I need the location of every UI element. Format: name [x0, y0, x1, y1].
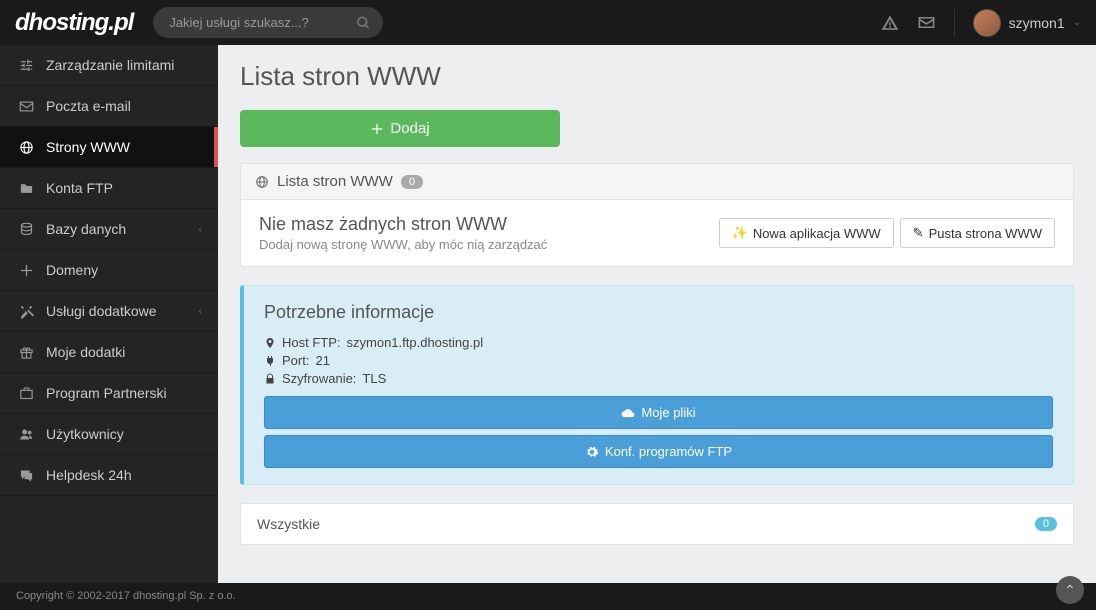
ftp-config-button[interactable]: Konf. programów FTP	[264, 435, 1053, 468]
sidebar-label: Konta FTP	[46, 180, 113, 196]
empty-page-label: Pusta strona WWW	[929, 226, 1042, 241]
main-content: Lista stron WWW Dodaj Lista stron WWW 0 …	[218, 45, 1096, 583]
sidebar-label: Helpdesk 24h	[46, 467, 132, 483]
count-badge: 0	[401, 175, 423, 189]
sidebar-label: Moje dodatki	[46, 344, 125, 360]
panel-heading: Lista stron WWW 0	[241, 164, 1073, 200]
port-value: 21	[315, 353, 329, 368]
sidebar-label: Użytkownicy	[46, 426, 124, 442]
host-label: Host FTP:	[282, 335, 341, 350]
gear-icon	[585, 445, 599, 459]
filter-count-badge: 0	[1035, 517, 1057, 531]
sidebar-item-www[interactable]: Strony WWW	[0, 127, 218, 168]
info-enc-row: Szyfrowanie: TLS	[264, 371, 1053, 386]
info-host-row: Host FTP: szymon1.ftp.dhosting.pl	[264, 335, 1053, 350]
sidebar-label: Domeny	[46, 262, 98, 278]
new-app-label: Nowa aplikacja WWW	[753, 226, 881, 241]
chevron-left-icon: ‹	[199, 224, 202, 235]
host-value: szymon1.ftp.dhosting.pl	[347, 335, 484, 350]
top-header: dhosting.pl szymon1 ⌄	[0, 0, 1096, 45]
info-port-row: Port: 21	[264, 353, 1053, 368]
sidebar-label: Zarządzanie limitami	[46, 57, 174, 73]
gift-icon	[16, 345, 36, 360]
sidebar-label: Usługi dodatkowe	[46, 303, 157, 319]
my-files-button[interactable]: Moje pliki	[264, 396, 1053, 429]
edit-icon: ✎	[913, 225, 924, 241]
filter-panel[interactable]: Wszystkie 0	[240, 503, 1074, 545]
enc-value: TLS	[362, 371, 386, 386]
chevron-left-icon: ‹	[199, 306, 202, 317]
sidebar-item-limits[interactable]: Zarządzanie limitami	[0, 45, 218, 86]
add-button-label: Dodaj	[390, 120, 429, 137]
sidebar-item-databases[interactable]: Bazy danych ‹	[0, 209, 218, 250]
plug-icon	[264, 355, 276, 367]
panel-body: Nie masz żadnych stron WWW Dodaj nową st…	[241, 200, 1073, 266]
sidebar-item-domains[interactable]: Domeny	[0, 250, 218, 291]
scroll-top-button[interactable]: ⌃	[1056, 576, 1084, 604]
action-group: ✨ Nowa aplikacja WWW ✎ Pusta strona WWW	[719, 218, 1055, 248]
plus-square-icon	[16, 263, 36, 278]
info-title: Potrzebne informacje	[264, 302, 1053, 323]
chat-icon	[16, 468, 36, 483]
magic-icon: ✨	[732, 225, 748, 241]
footer: Copyright © 2002-2017 dhosting.pl Sp. z …	[0, 583, 1096, 610]
folder-icon	[16, 181, 36, 196]
sidebar-label: Poczta e-mail	[46, 98, 131, 114]
search-input[interactable]	[153, 7, 383, 38]
globe-icon	[255, 175, 269, 189]
username: szymon1	[1009, 15, 1065, 31]
sidebar-item-helpdesk[interactable]: Helpdesk 24h	[0, 455, 218, 496]
panel-title: Lista stron WWW	[277, 173, 393, 190]
sidebar-item-users[interactable]: Użytkownicy	[0, 414, 218, 455]
sidebar-item-addons[interactable]: Usługi dodatkowe ‹	[0, 291, 218, 332]
lock-icon	[264, 373, 276, 385]
www-list-panel: Lista stron WWW 0 Nie masz żadnych stron…	[240, 163, 1074, 267]
add-button[interactable]: Dodaj	[240, 110, 560, 147]
sidebar-item-partner[interactable]: Program Partnerski	[0, 373, 218, 414]
page-title: Lista stron WWW	[240, 61, 1074, 92]
sidebar-item-my-addons[interactable]: Moje dodatki	[0, 332, 218, 373]
sidebar: Zarządzanie limitami Poczta e-mail Stron…	[0, 45, 218, 583]
tools-icon	[16, 304, 36, 319]
avatar	[973, 9, 1001, 37]
briefcase-icon	[16, 386, 36, 401]
search-wrap	[153, 7, 383, 38]
sidebar-label: Strony WWW	[46, 139, 130, 155]
filter-label: Wszystkie	[257, 516, 320, 532]
search-icon[interactable]	[356, 15, 371, 30]
users-icon	[16, 427, 36, 442]
alert-icon[interactable]	[881, 14, 899, 32]
header-right: szymon1 ⌄	[881, 9, 1081, 37]
envelope-icon	[16, 99, 36, 114]
chevron-down-icon: ⌄	[1073, 17, 1081, 28]
mail-icon[interactable]	[917, 13, 936, 32]
empty-title: Nie masz żadnych stron WWW	[259, 214, 547, 235]
user-menu[interactable]: szymon1 ⌄	[954, 9, 1081, 37]
chevron-up-icon: ⌃	[1064, 582, 1076, 599]
sidebar-item-ftp[interactable]: Konta FTP	[0, 168, 218, 209]
globe-icon	[16, 140, 36, 155]
ftp-config-label: Konf. programów FTP	[605, 444, 732, 459]
copyright: Copyright © 2002-2017 dhosting.pl Sp. z …	[16, 590, 236, 602]
pin-icon	[264, 337, 276, 349]
sidebar-label: Bazy danych	[46, 221, 126, 237]
sidebar-item-email[interactable]: Poczta e-mail	[0, 86, 218, 127]
plus-icon	[370, 122, 384, 136]
cloud-icon	[621, 406, 635, 420]
logo[interactable]: dhosting.pl	[15, 9, 133, 37]
database-icon	[16, 222, 36, 237]
enc-label: Szyfrowanie:	[282, 371, 356, 386]
empty-state: Nie masz żadnych stron WWW Dodaj nową st…	[259, 214, 547, 252]
info-panel: Potrzebne informacje Host FTP: szymon1.f…	[240, 285, 1074, 485]
sliders-icon	[16, 58, 36, 73]
sidebar-label: Program Partnerski	[46, 385, 167, 401]
new-app-button[interactable]: ✨ Nowa aplikacja WWW	[719, 218, 894, 248]
my-files-label: Moje pliki	[641, 405, 695, 420]
empty-subtitle: Dodaj nową stronę WWW, aby móc nią zarzą…	[259, 237, 547, 252]
port-label: Port:	[282, 353, 309, 368]
empty-page-button[interactable]: ✎ Pusta strona WWW	[900, 218, 1055, 248]
